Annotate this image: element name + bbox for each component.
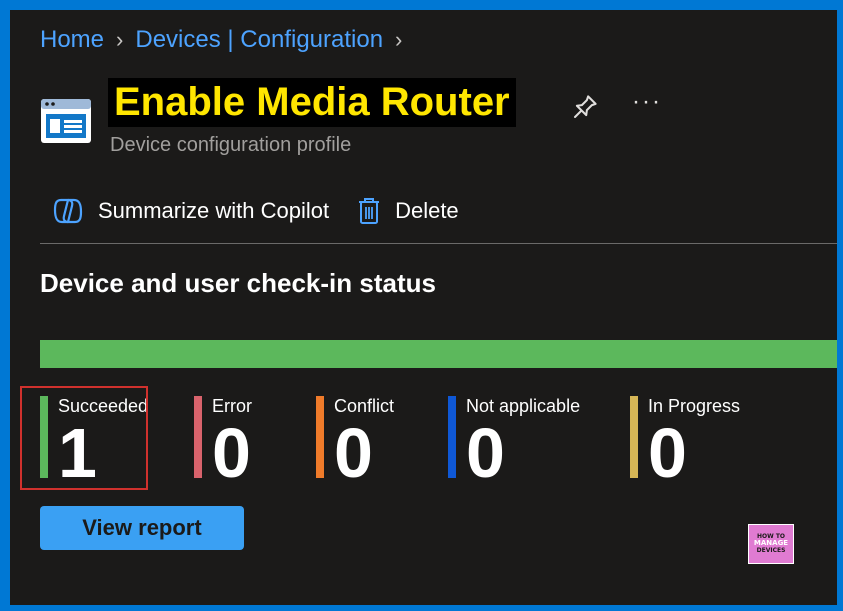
copilot-icon [53, 198, 83, 224]
chevron-right-icon: › [116, 27, 124, 52]
view-report-button[interactable]: View report [40, 506, 244, 550]
status-count: 0 [334, 414, 373, 492]
how-to-manage-devices-logo: HOW TO MANAGE DEVICES [748, 524, 794, 564]
status-color-bar [630, 396, 638, 478]
command-bar: Summarize with Copilot Delete [52, 196, 487, 226]
page-subtitle: Device configuration profile [110, 134, 352, 156]
title-highlight: Enable Media Router [108, 78, 516, 127]
check-in-status-progress-bar [40, 340, 837, 368]
breadcrumb: Home › Devices | Configuration › [40, 26, 414, 54]
delete-label: Delete [395, 198, 459, 223]
delete-button[interactable]: Delete [357, 196, 459, 226]
configuration-profile-icon [41, 99, 91, 143]
chevron-right-icon: › [395, 27, 403, 52]
breadcrumb-devices-configuration-link[interactable]: Devices | Configuration [135, 26, 383, 54]
app-frame: Home › Devices | Configuration › Enable … [10, 10, 837, 605]
trash-icon [359, 198, 380, 224]
status-color-bar [316, 396, 324, 478]
succeeded-highlight-box [20, 386, 148, 490]
progress-fill-succeeded [40, 340, 837, 368]
status-color-bar [448, 396, 456, 478]
status-count: 0 [212, 414, 251, 492]
toolbar-divider [40, 243, 837, 244]
breadcrumb-home-link[interactable]: Home [40, 26, 104, 54]
pin-icon[interactable] [570, 92, 600, 122]
status-count: 0 [466, 414, 505, 492]
summarize-with-copilot-button[interactable]: Summarize with Copilot [52, 196, 329, 226]
section-title: Device and user check-in status [40, 268, 436, 298]
more-options-icon[interactable]: ··· [632, 88, 662, 116]
status-color-bar [194, 396, 202, 478]
summarize-with-copilot-label: Summarize with Copilot [98, 198, 330, 223]
page-title: Enable Media Router [114, 80, 510, 124]
status-count: 0 [648, 414, 687, 492]
